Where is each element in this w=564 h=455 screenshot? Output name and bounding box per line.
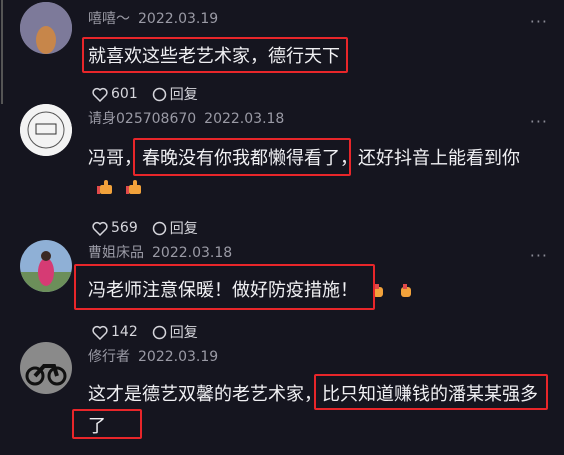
username[interactable]: 修行者 xyxy=(88,349,130,365)
username[interactable]: 嘻嘻～ xyxy=(88,11,130,27)
more-dots-icon[interactable]: ··· xyxy=(530,246,548,265)
highlight-box xyxy=(133,138,351,176)
avatar[interactable] xyxy=(20,240,72,292)
comment-date: 2022.03.19 xyxy=(138,11,219,27)
fist-emoji-icon xyxy=(401,284,412,297)
comment-text-part-1: 这才是德艺双馨的老艺术家， xyxy=(88,384,322,405)
reply-bubble-icon xyxy=(152,87,166,101)
avatar-figure-icon xyxy=(20,2,72,54)
reply-button[interactable]: 回复 xyxy=(152,84,198,104)
comment-user[interactable]: 嘻嘻～ 2022.03.19 xyxy=(88,8,218,28)
comment-user[interactable]: 修行者 2022.03.19 xyxy=(88,346,218,366)
comment-1: 嘻嘻～ 2022.03.19 ··· 就喜欢这些老艺术家，德行天下 601 回复 xyxy=(0,0,564,104)
like-button[interactable]: 601 xyxy=(92,86,138,102)
emoji-row xyxy=(92,176,144,197)
avatar-seal-icon xyxy=(20,104,72,156)
avatar[interactable] xyxy=(20,104,72,156)
thumbs-up-emoji-icon xyxy=(97,180,112,194)
highlight-box xyxy=(72,409,142,439)
avatar[interactable] xyxy=(20,342,72,394)
comment-user[interactable]: 请身025708670 2022.03.18 xyxy=(88,108,284,128)
avatar-motorcycle-icon xyxy=(20,342,72,394)
username[interactable]: 请身025708670 xyxy=(88,111,196,127)
comment-2: 请身025708670 2022.03.18 ··· 冯哥，春晚没有你我都懒得看了… xyxy=(0,104,564,237)
more-dots-icon[interactable]: ··· xyxy=(530,112,548,131)
comment-4: 修行者 2022.03.19 这才是德艺双馨的老艺术家，比只知道赚钱的潘某某强多 … xyxy=(0,338,564,455)
comment-text-part-3: ，还好抖音上能看到你 xyxy=(340,148,520,169)
like-count: 601 xyxy=(111,86,138,102)
more-dots-icon[interactable]: ··· xyxy=(530,12,548,31)
heart-icon xyxy=(92,87,108,102)
comment-3: 曹姐床品 2022.03.18 ··· 冯老师注意保暖！做好防疫措施！ 142 回… xyxy=(0,234,564,341)
thumbs-up-emoji-icon xyxy=(125,180,141,194)
username[interactable]: 曹姐床品 xyxy=(88,245,144,261)
reply-label: 回复 xyxy=(169,87,198,103)
comment-actions: 601 回复 xyxy=(92,84,212,104)
comment-user[interactable]: 曹姐床品 2022.03.18 xyxy=(88,242,232,262)
comment-date: 2022.03.19 xyxy=(138,349,219,365)
avatar[interactable] xyxy=(20,2,72,54)
highlight-box xyxy=(314,374,548,410)
highlight-box xyxy=(74,264,375,310)
comment-date: 2022.03.18 xyxy=(152,245,233,261)
avatar-photo-icon xyxy=(20,240,72,292)
highlight-box xyxy=(82,37,348,73)
comment-date: 2022.03.18 xyxy=(204,111,285,127)
